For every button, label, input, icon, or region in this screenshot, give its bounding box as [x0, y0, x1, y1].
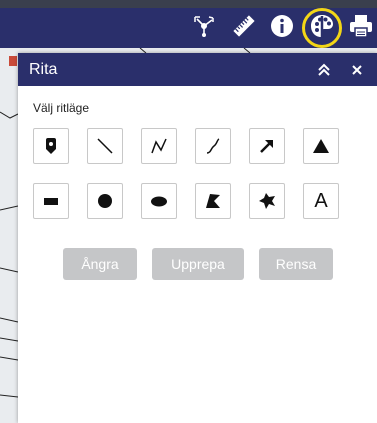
- close-icon: [352, 64, 362, 75]
- line-icon: [97, 138, 113, 154]
- freehand-shape-icon: [259, 193, 275, 209]
- ellipse-icon: [151, 196, 167, 207]
- info-icon[interactable]: [268, 12, 296, 40]
- tool-ellipse[interactable]: [141, 183, 177, 219]
- tool-freehand-line[interactable]: [195, 128, 231, 164]
- draw-panel: Rita Välj ritläge A Ångra Upprepa Rensa: [18, 53, 377, 423]
- mode-label: Välj ritläge: [33, 101, 90, 115]
- tool-freehand-shape[interactable]: [249, 183, 285, 219]
- top-toolbar: [0, 0, 377, 48]
- tool-point[interactable]: [33, 128, 69, 164]
- redo-button[interactable]: Upprepa: [152, 248, 244, 280]
- panel-title: Rita: [29, 60, 58, 78]
- undo-button[interactable]: Ångra: [63, 248, 137, 280]
- circle-icon: [98, 194, 112, 208]
- rectangle-icon: [44, 198, 58, 205]
- arrow-icon: [260, 140, 273, 153]
- tool-circle[interactable]: [87, 183, 123, 219]
- triangle-icon: [313, 139, 329, 153]
- tool-polyline[interactable]: [141, 128, 177, 164]
- ruler-icon[interactable]: [230, 12, 258, 40]
- tool-rectangle[interactable]: [33, 183, 69, 219]
- share-network-icon[interactable]: [190, 12, 218, 40]
- panel-header: Rita: [18, 53, 377, 86]
- double-chevron-up-icon: [318, 63, 330, 76]
- collapse-button[interactable]: [309, 53, 339, 86]
- tool-arrow[interactable]: [249, 128, 285, 164]
- text-tool-glyph: A: [314, 189, 328, 212]
- point-marker-icon: [46, 138, 56, 154]
- tool-polygon[interactable]: [195, 183, 231, 219]
- tool-line[interactable]: [87, 128, 123, 164]
- polygon-icon: [206, 194, 220, 208]
- freehand-curve-icon: [206, 138, 220, 154]
- clear-button[interactable]: Rensa: [259, 248, 333, 280]
- tool-text[interactable]: A: [303, 183, 339, 219]
- close-button[interactable]: [342, 53, 372, 86]
- draw-tool-highlight-ring: [302, 8, 342, 48]
- print-icon[interactable]: [347, 12, 375, 40]
- tool-triangle[interactable]: [303, 128, 339, 164]
- polyline-icon: [151, 138, 167, 154]
- toolbar-top-strip: [0, 0, 377, 8]
